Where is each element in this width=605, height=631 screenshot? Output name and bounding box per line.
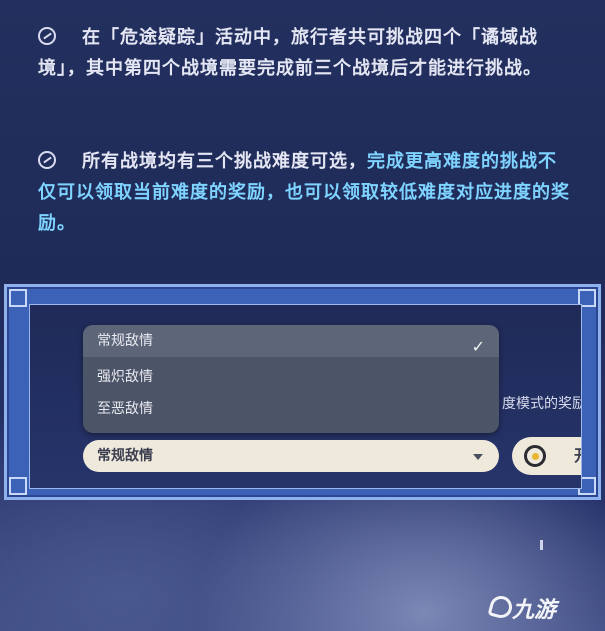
start-ring-icon [524,445,546,467]
reward-hint-text: 度模式的奖励 [502,396,582,412]
bullet-compass-icon [38,151,56,169]
frame-corner [9,477,27,495]
frame-corner [9,289,27,307]
watermark-text: 九游 [512,598,557,623]
info-text-1: 在「危途疑踪」活动中，旅行者共可挑战四个「谲域战境」，其中第四个战境需要完成前三… [38,27,542,79]
difficulty-option-extreme[interactable]: 至恶敌情 [83,393,499,425]
option-label: 至恶敌情 [97,401,153,417]
difficulty-selected-value: 常规敌情 [97,448,153,464]
option-label: 强炽敌情 [97,369,153,385]
difficulty-option-intense[interactable]: 强炽敌情 [83,361,499,393]
difficulty-select[interactable]: 常规敌情 [83,440,499,472]
cursor-icon [540,540,543,550]
bullet-compass-icon [38,27,56,45]
start-button-label: 开 [574,437,581,475]
start-challenge-button[interactable]: 开 [512,437,581,475]
info-paragraph-1: 在「危途疑踪」活动中，旅行者共可挑战四个「谲域战境」，其中第四个战境需要完成前三… [38,22,573,84]
difficulty-dropdown-menu: 常规敌情 ✓ 强炽敌情 至恶敌情 [83,325,499,433]
info-text-2: 所有战境均有三个挑战难度可选， [82,151,367,172]
option-label: 常规敌情 [97,333,153,349]
difficulty-panel-frame: 常规敌情 ✓ 强炽敌情 至恶敌情 度模式的奖励 常规敌情 开 [4,284,601,500]
difficulty-panel: 常规敌情 ✓ 强炽敌情 至恶敌情 度模式的奖励 常规敌情 开 [29,304,582,489]
difficulty-option-normal[interactable]: 常规敌情 ✓ [83,325,499,357]
check-icon: ✓ [471,337,485,356]
chevron-down-icon [473,454,483,460]
info-paragraph-2: 所有战境均有三个挑战难度可选，完成更高难度的挑战不仅可以领取当前难度的奖励，也可… [38,146,573,239]
